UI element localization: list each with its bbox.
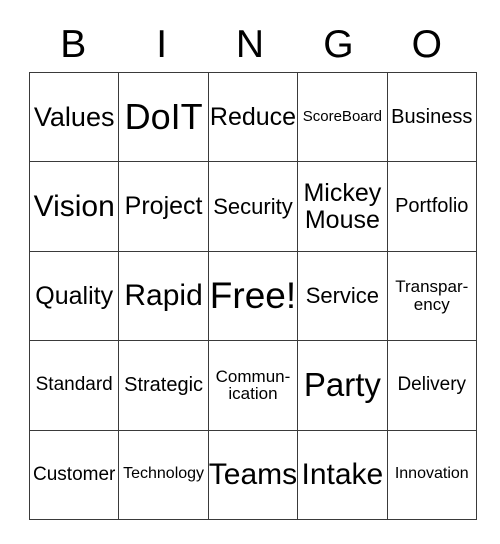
bingo-cell-label: Values (33, 102, 115, 133)
bingo-header-letter-i: I (156, 23, 168, 66)
bingo-cell-label: Innovation (394, 465, 469, 483)
bingo-cell-content: Free! (209, 252, 297, 339)
bingo-cell[interactable]: Intake (297, 429, 388, 520)
bingo-header-letter-n: N (235, 23, 265, 66)
bingo-cell[interactable]: Quality (28, 250, 120, 342)
bingo-cell-content: Service (299, 252, 386, 339)
bingo-cell[interactable]: Service (297, 250, 388, 342)
bingo-cell-label: Reduce (209, 103, 297, 132)
bingo-cell-content: DoIT (120, 74, 207, 161)
bingo-cell-content: Technology (120, 431, 207, 518)
bingo-cell[interactable]: Portfolio (386, 161, 477, 252)
bingo-cell-content: Rapid (120, 252, 207, 339)
bingo-cell[interactable]: Reduce (207, 71, 299, 163)
bingo-cell-content: Vision (31, 163, 118, 250)
bingo-cell-free[interactable]: Free! (207, 250, 299, 342)
bingo-cell-content: Values (31, 74, 118, 161)
bingo-cell[interactable]: ScoreBoard (297, 71, 388, 163)
bingo-cell-content: ScoreBoard (299, 74, 386, 161)
bingo-cell-label: Customer (33, 463, 116, 485)
bingo-row: Vision Project Security Mickey Mouse Por… (28, 161, 477, 252)
bingo-cell[interactable]: Mickey Mouse (297, 161, 388, 252)
bingo-cell-label: Rapid (124, 279, 203, 313)
bingo-cell[interactable]: Project (118, 161, 209, 252)
bingo-cell-content: Mickey Mouse (299, 163, 386, 250)
bingo-cell[interactable]: Customer (28, 429, 120, 520)
bingo-header-letter-b: B (60, 23, 87, 66)
bingo-cell-content: Quality (31, 252, 118, 339)
bingo-cell-content: Customer (31, 431, 118, 518)
bingo-cell-content: Business (388, 74, 475, 161)
bingo-row: Standard Strategic Commun- ication Party (28, 340, 477, 431)
bingo-cell-label: Strategic (124, 373, 204, 396)
bingo-cell[interactable]: Teams (207, 429, 299, 520)
bingo-cell[interactable]: DoIT (118, 71, 209, 163)
bingo-cell-label: Teams (208, 458, 298, 491)
bingo-header-row: B I N G O (29, 0, 471, 72)
bingo-header-cell-o: O (383, 0, 471, 72)
bingo-grid: Values DoIT Reduce ScoreBoard Business V… (28, 71, 477, 520)
bingo-cell[interactable]: Business (386, 71, 477, 163)
bingo-cell-label: Technology (123, 465, 205, 483)
bingo-cell-content: Project (120, 163, 207, 250)
bingo-cell-content: Portfolio (388, 163, 475, 250)
bingo-cell[interactable]: Values (28, 71, 120, 163)
bingo-cell-content: Security (209, 163, 296, 250)
bingo-cell[interactable]: Security (207, 161, 299, 252)
bingo-cell-label: Quality (35, 281, 114, 310)
bingo-cell-label: DoIT (124, 96, 203, 138)
bingo-cell[interactable]: Innovation (386, 429, 477, 520)
bingo-cell[interactable]: Transpar- ency (386, 250, 477, 342)
bingo-card: B I N G O Values DoIT Reduce ScoreBoard … (28, 0, 477, 520)
bingo-header-cell-g: G (294, 0, 382, 72)
bingo-header-cell-i: I (117, 0, 205, 72)
bingo-cell-content: Reduce (209, 74, 297, 161)
bingo-cell-content: Standard (31, 342, 118, 429)
bingo-cell-label: Party (303, 366, 381, 404)
bingo-cell-label: Vision (33, 189, 115, 223)
bingo-cell-content: Innovation (388, 431, 475, 518)
bingo-cell[interactable]: Commun- ication (207, 340, 299, 431)
bingo-cell-label: Transpar- ency (395, 277, 469, 314)
bingo-cell[interactable]: Technology (118, 429, 209, 520)
bingo-cell-label: Commun- ication (215, 366, 291, 404)
bingo-cell-label: ScoreBoard (302, 108, 382, 126)
bingo-cell-content: Strategic (120, 342, 207, 429)
bingo-cell-label: Standard (35, 374, 113, 396)
bingo-cell-label: Portfolio (395, 195, 469, 218)
bingo-header-letter-o: O (411, 23, 442, 66)
bingo-cell-content: Intake (299, 431, 386, 518)
bingo-cell[interactable]: Strategic (118, 340, 209, 431)
bingo-cell-label: Mickey Mouse (303, 179, 382, 234)
bingo-header-letter-g: G (323, 23, 354, 66)
bingo-cell-content: Party (299, 342, 386, 429)
bingo-cell-content: Commun- ication (209, 342, 296, 429)
bingo-cell-label: Business (391, 105, 473, 128)
bingo-cell-label: Project (124, 192, 203, 221)
bingo-cell-label-free: Free! (209, 274, 297, 316)
bingo-row: Quality Rapid Free! Service Transpar- en… (28, 250, 477, 342)
bingo-row: Values DoIT Reduce ScoreBoard Business (28, 71, 477, 163)
bingo-cell[interactable]: Rapid (118, 250, 209, 342)
bingo-cell-content: Teams (208, 431, 298, 518)
bingo-header-cell-n: N (206, 0, 294, 72)
bingo-cell[interactable]: Vision (28, 161, 120, 252)
bingo-cell-label: Security (213, 194, 293, 220)
bingo-cell-label: Delivery (397, 374, 467, 396)
bingo-cell[interactable]: Party (297, 340, 388, 431)
bingo-cell-label: Intake (301, 458, 384, 491)
bingo-cell-content: Delivery (388, 342, 475, 429)
bingo-row: Customer Technology Teams Intake Innovat… (28, 429, 477, 520)
bingo-header-cell-b: B (29, 0, 117, 72)
bingo-cell[interactable]: Standard (28, 340, 120, 431)
bingo-cell-content: Transpar- ency (388, 252, 475, 339)
bingo-cell[interactable]: Delivery (386, 340, 477, 431)
bingo-cell-label: Service (305, 283, 380, 309)
